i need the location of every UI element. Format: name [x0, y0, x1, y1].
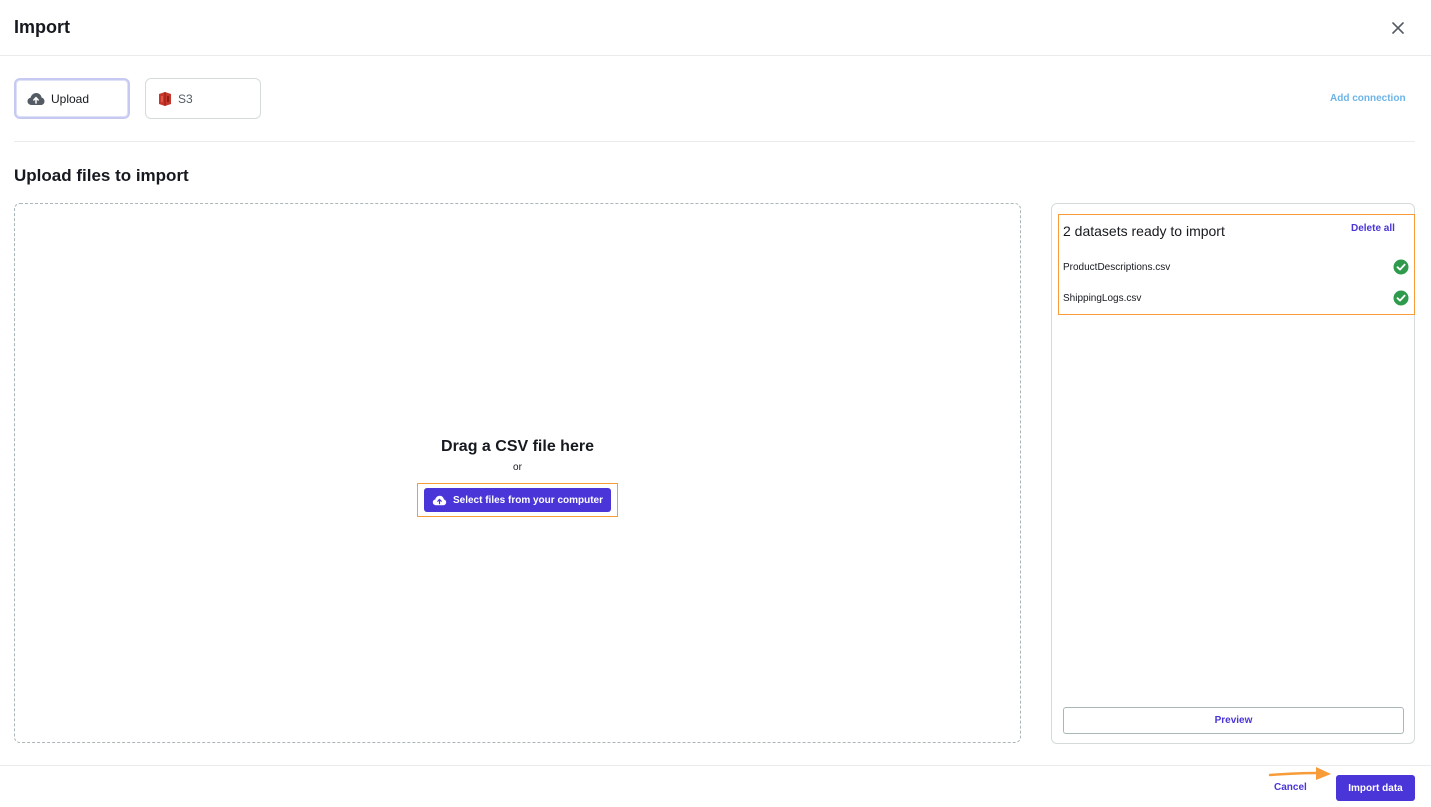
source-tab-s3-label: S3: [178, 91, 193, 106]
arrow-right-icon: [1268, 767, 1331, 780]
source-tab-upload-label: Upload: [51, 91, 90, 106]
dropzone-title: Drag a CSV file here: [441, 438, 594, 455]
select-files-button[interactable]: Select files from your computer: [424, 488, 611, 512]
dropzone-or-label: or: [513, 462, 522, 473]
datasets-ready-highlight: 2 datasets ready to import Delete all Pr…: [1058, 214, 1415, 315]
s3-bucket-icon: [159, 91, 171, 106]
cancel-button[interactable]: Cancel: [1274, 782, 1307, 793]
cloud-upload-icon: [432, 495, 447, 505]
file-dropzone[interactable]: Drag a CSV file here or Select files fro…: [14, 203, 1021, 743]
add-connection-link[interactable]: Add connection: [1330, 93, 1406, 104]
dialog-title: Import: [14, 17, 70, 37]
footer-divider: [0, 765, 1431, 766]
list-item[interactable]: ProductDescriptions.csv: [1063, 258, 1409, 276]
close-button[interactable]: [1386, 16, 1410, 40]
datasets-ready-title: 2 datasets ready to import: [1063, 223, 1225, 239]
check-circle-icon: [1393, 259, 1409, 275]
divider: [14, 141, 1415, 142]
cloud-upload-icon: [27, 92, 45, 105]
delete-all-button[interactable]: Delete all: [1351, 223, 1395, 234]
datasets-panel: 2 datasets ready to import Delete all Pr…: [1051, 203, 1415, 744]
import-data-button[interactable]: Import data: [1336, 775, 1415, 801]
check-circle-icon: [1393, 290, 1409, 306]
file-name: ProductDescriptions.csv: [1063, 261, 1171, 273]
source-tab-s3[interactable]: S3: [145, 78, 261, 119]
select-files-label: Select files from your computer: [452, 494, 604, 506]
section-title: Upload files to import: [14, 166, 189, 185]
close-icon: [1392, 22, 1404, 34]
dialog-header: Import: [0, 0, 1431, 56]
preview-button[interactable]: Preview: [1063, 707, 1404, 734]
file-name: ShippingLogs.csv: [1063, 292, 1142, 304]
select-files-highlight: Select files from your computer: [417, 483, 618, 517]
source-tab-upload[interactable]: Upload: [14, 78, 130, 119]
list-item[interactable]: ShippingLogs.csv: [1063, 289, 1409, 307]
